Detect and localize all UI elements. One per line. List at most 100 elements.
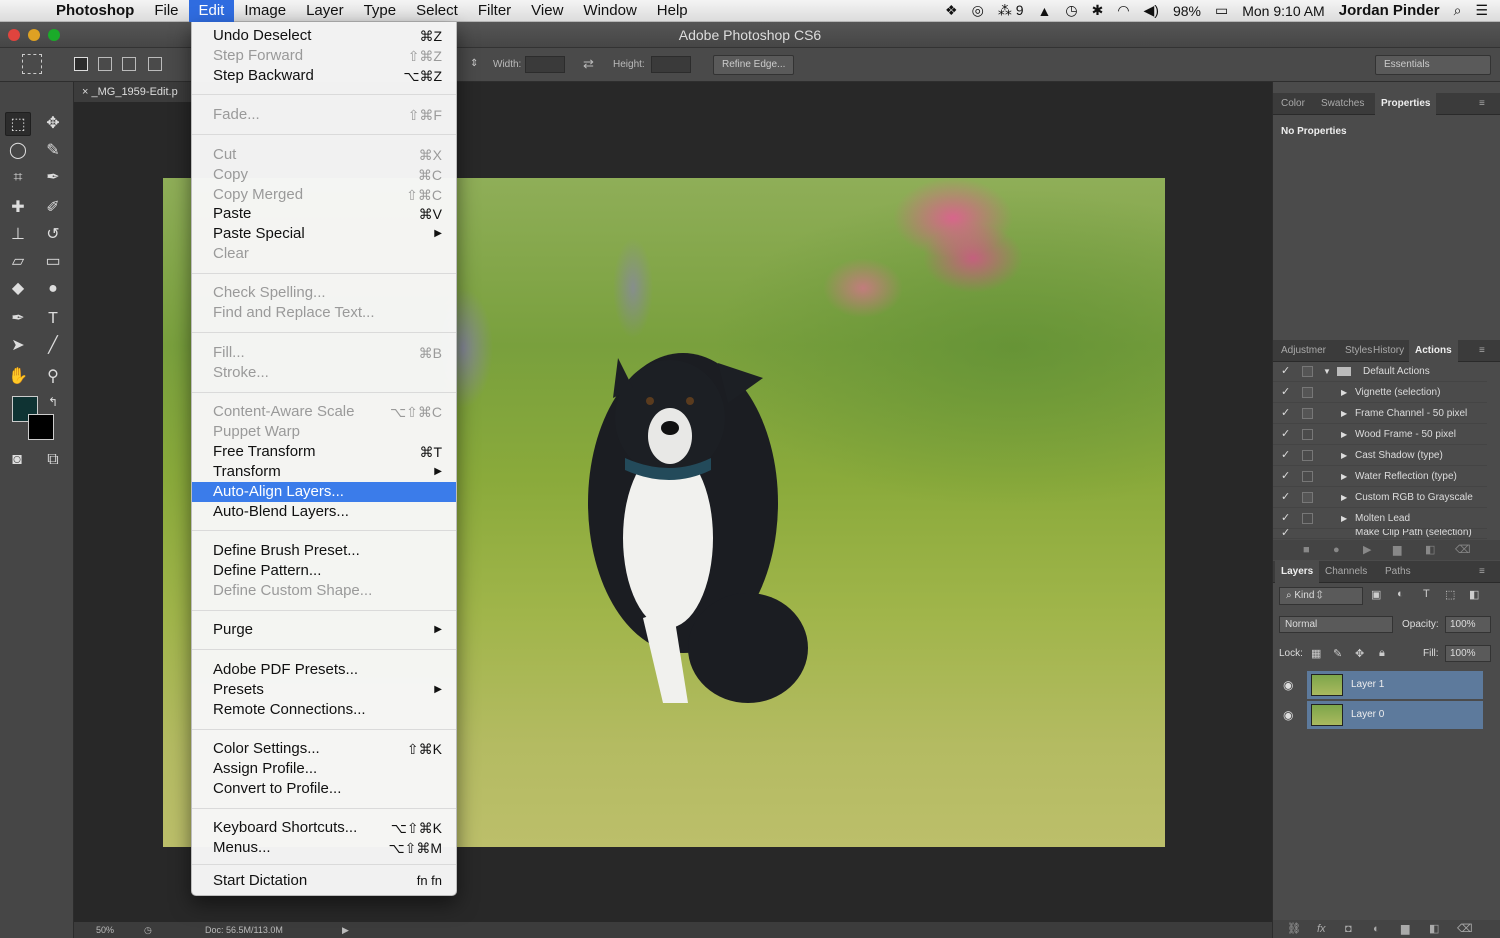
menu-view[interactable]: View [521,0,573,22]
dropbox-icon[interactable]: ❖ [945,2,958,19]
check-icon[interactable]: ✓ [1281,466,1290,487]
dialog-toggle[interactable] [1302,513,1313,524]
action-row[interactable]: ✓ ▶ Water Reflection (type) [1273,466,1487,487]
menu-item-find-replace[interactable]: Find and Replace Text... [192,303,456,323]
tab-channels[interactable]: Channels [1319,561,1373,583]
notification-icon[interactable]: ⁂ 9 [998,2,1024,19]
menu-item-remote-connections[interactable]: Remote Connections... [192,700,456,720]
menu-item-free-transform[interactable]: Free Transform ⌘T [192,442,456,462]
menu-item-clear[interactable]: Clear [192,244,456,264]
menu-item-cut[interactable]: Cut ⌘X [192,145,456,165]
expand-icon[interactable]: ▼ [1323,361,1331,382]
delete-action-icon[interactable]: ⌫ [1455,540,1471,560]
menu-item-stroke[interactable]: Stroke... [192,363,456,383]
tab-swatches[interactable]: Swatches [1315,93,1370,115]
sync-icon[interactable]: ◎ [972,2,984,19]
new-group-icon[interactable]: ▆ [1401,920,1409,938]
menu-item-copy-merged[interactable]: Copy Merged ⇧⌘C [192,185,456,205]
type-tool-icon[interactable]: T [40,307,66,331]
tab-adjustments[interactable]: Adjustmer [1275,340,1332,362]
record-icon[interactable]: ● [1333,540,1340,560]
lock-transparency-icon[interactable]: ▦ [1311,647,1321,660]
menu-item-assign-profile[interactable]: Assign Profile... [192,759,456,779]
check-icon[interactable]: ✓ [1281,424,1290,445]
app-menu[interactable]: Photoshop [40,2,144,19]
layer-filter-kind[interactable]: ⌕ Kind ⇕ [1279,587,1363,605]
filter-smart-object-icon[interactable]: ◧ [1469,588,1479,601]
dodge-tool-icon[interactable]: ● [40,277,66,301]
check-icon[interactable]: ✓ [1281,382,1290,403]
lock-pixels-icon[interactable]: ✎ [1333,647,1342,660]
crop-tool-icon[interactable]: ⌗ [5,166,31,190]
blend-mode-select[interactable]: Normal [1279,616,1393,633]
menu-item-menus[interactable]: Menus... ⌥⇧⌘M [192,838,456,858]
fill-field[interactable]: 100% [1445,645,1491,662]
tab-paths[interactable]: Paths [1379,561,1417,583]
path-selection-tool-icon[interactable]: ➤ [5,334,31,358]
menu-item-define-brush-preset[interactable]: Define Brush Preset... [192,541,456,561]
line-tool-icon[interactable]: ╱ [40,334,66,358]
width-field[interactable] [525,56,565,73]
menu-item-auto-blend-layers[interactable]: Auto-Blend Layers... [192,502,456,522]
expand-icon[interactable]: ▶ [1341,424,1347,445]
dialog-toggle[interactable] [1302,429,1313,440]
filter-type-icon[interactable]: T [1423,588,1430,600]
action-set-row[interactable]: ✓ ▼ Default Actions [1273,361,1487,382]
menu-window[interactable]: Window [573,0,646,22]
dialog-toggle[interactable] [1302,366,1313,377]
menu-item-copy[interactable]: Copy ⌘C [192,165,456,185]
menu-item-purge[interactable]: Purge ▶ [192,620,456,640]
eyedropper-tool-icon[interactable]: ✒ [40,166,66,190]
refine-edge-button[interactable]: Refine Edge... [713,55,795,75]
gradient-tool-icon[interactable]: ▭ [40,250,66,274]
battery-level[interactable]: 98% [1173,3,1201,19]
menu-item-define-pattern[interactable]: Define Pattern... [192,561,456,581]
expand-icon[interactable]: ▶ [1341,466,1347,487]
dialog-toggle[interactable] [1302,471,1313,482]
action-row[interactable]: ✓ Make Clip Path (selection) [1273,529,1487,539]
menu-layer[interactable]: Layer [296,0,354,22]
user-name[interactable]: Jordan Pinder [1339,2,1440,19]
height-field[interactable] [651,56,691,73]
menu-item-undo-deselect[interactable]: Undo Deselect ⌘Z [192,26,456,46]
check-icon[interactable]: ✓ [1281,487,1290,508]
layer-style-fx-icon[interactable]: fx [1317,920,1326,938]
check-icon[interactable]: ✓ [1281,529,1290,538]
adjustment-layer-icon[interactable]: ◐ [1373,920,1380,938]
filter-pixel-icon[interactable]: ▣ [1371,588,1381,601]
tab-history[interactable]: History [1367,340,1410,362]
history-brush-tool-icon[interactable]: ↺ [40,223,66,247]
menu-help[interactable]: Help [647,0,698,22]
menu-item-adobe-pdf-presets[interactable]: Adobe PDF Presets... [192,660,456,680]
style-dropdown-arrow[interactable]: ⇕ [470,58,478,69]
menu-item-step-backward[interactable]: Step Backward ⌥⌘Z [192,66,456,86]
rectangular-marquee-tool-icon[interactable]: ⬚ [5,112,31,136]
panel-menu-icon[interactable]: ≡ [1473,561,1491,583]
expand-icon[interactable]: ▶ [1341,487,1347,508]
intersect-selection-icon[interactable] [148,57,162,71]
new-set-folder-icon[interactable]: ▆ [1393,540,1401,560]
zoom-tool-icon[interactable]: ⚲ [40,365,66,389]
spot-healing-tool-icon[interactable]: ✚ [5,196,31,220]
add-selection-icon[interactable] [98,57,112,71]
dialog-toggle[interactable] [1302,408,1313,419]
zoom-level[interactable]: 50% [96,922,114,938]
marquee-preset-icon[interactable] [22,54,42,74]
check-icon[interactable]: ✓ [1281,403,1290,424]
quick-selection-tool-icon[interactable]: ✎ [40,139,66,163]
tab-properties[interactable]: Properties [1375,93,1437,115]
spotlight-search-icon[interactable]: ⌕ [1454,2,1462,19]
opacity-field[interactable]: 100% [1445,616,1491,633]
action-row[interactable]: ✓ ▶ Cast Shadow (type) [1273,445,1487,466]
menu-image[interactable]: Image [234,0,296,22]
hand-tool-icon[interactable]: ✋ [5,365,31,389]
new-layer-icon[interactable]: ◧ [1429,920,1439,938]
lasso-tool-icon[interactable]: ◯ [5,139,31,163]
stop-icon[interactable]: ■ [1303,540,1310,560]
close-window-icon[interactable] [8,29,20,41]
clock[interactable]: Mon 9:10 AM [1242,3,1325,19]
action-row[interactable]: ✓ ▶ Frame Channel - 50 pixel [1273,403,1487,424]
tab-layers[interactable]: Layers [1275,561,1320,583]
add-mask-icon[interactable]: ◘ [1345,920,1352,938]
menu-file[interactable]: File [144,0,188,22]
